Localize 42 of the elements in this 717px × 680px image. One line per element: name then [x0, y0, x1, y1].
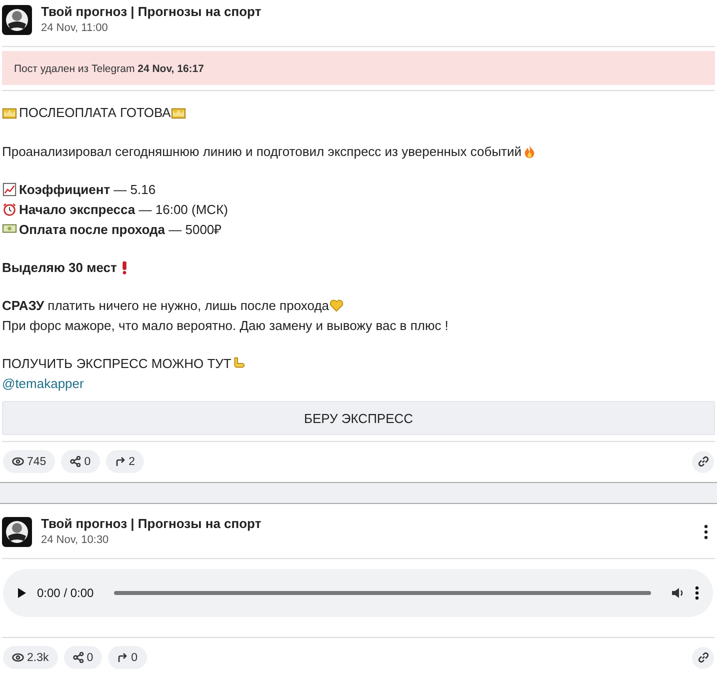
share-icon — [72, 652, 84, 663]
copy-link-button[interactable] — [692, 646, 714, 668]
chart-icon — [2, 182, 17, 198]
channel-name: Твой прогноз | Прогнозы на спорт — [41, 516, 262, 531]
post-text: ПОЛУЧИТЬ ЭКСПРЕСС МОЖНО ТУТ — [2, 356, 232, 372]
forwards-counter[interactable]: 2 — [106, 450, 144, 473]
channel-avatar — [2, 517, 32, 547]
more-menu-icon[interactable] — [703, 524, 709, 540]
shares-counter[interactable]: 0 — [64, 646, 102, 669]
channel-link[interactable]: @temakapper — [2, 376, 84, 391]
eye-icon — [12, 457, 24, 466]
post-text: Выделяю 30 мест — [2, 260, 117, 275]
post-text: СРАЗУ платить ничего не нужно, лишь после прохода — [2, 298, 330, 314]
forward-arrow-icon — [117, 652, 128, 663]
get-express-button[interactable]: БЕРУ ЭКСПРЕСС — [2, 401, 715, 435]
post-date: 24 Nov, 11:00 — [41, 22, 109, 34]
forward-arrow-icon — [114, 456, 126, 467]
post-text: Коэффициент — 5.16 — [19, 182, 156, 198]
more-menu-icon[interactable] — [695, 586, 699, 600]
post-text: Оплата после прохода — 5000₽ — [19, 220, 222, 238]
post-text: При форс мажоре, что мало вероятно. Даю замену и вывожу вас в плюс ! — [2, 318, 448, 333]
heart-icon — [329, 298, 344, 314]
copy-link-button[interactable] — [692, 450, 714, 472]
post-date: 24 Nov, 10:30 — [41, 534, 110, 546]
channel-name: Твой прогноз | Прогнозы на спорт — [41, 4, 262, 19]
views-counter[interactable]: 745 — [3, 450, 56, 473]
shares-counter[interactable]: 0 — [61, 450, 100, 473]
share-icon — [70, 456, 82, 467]
audio-time: 0:00 / 0:00 — [37, 586, 94, 600]
post-text: Проанализировал сегодняшнюю линию и подготовил экспресс из уверенных событий — [2, 144, 522, 159]
post-text: ПОСЛЕОПЛАТА ГОТОВА — [19, 105, 171, 120]
alarm-clock-icon — [2, 202, 17, 217]
views-counter[interactable]: 2.3k — [3, 646, 58, 669]
channel-avatar — [2, 5, 32, 35]
play-icon[interactable] — [17, 587, 27, 599]
link-icon — [698, 652, 708, 663]
post-text: Начало экспресса — 16:00 (МСК) — [19, 202, 228, 217]
deleted-notice-text: Пост удален из Telegram 24 Nov, 16:17 — [14, 63, 204, 75]
link-icon — [698, 456, 708, 467]
eye-icon — [12, 653, 24, 662]
forwards-counter[interactable]: 0 — [108, 646, 147, 669]
volume-icon[interactable] — [671, 586, 685, 600]
